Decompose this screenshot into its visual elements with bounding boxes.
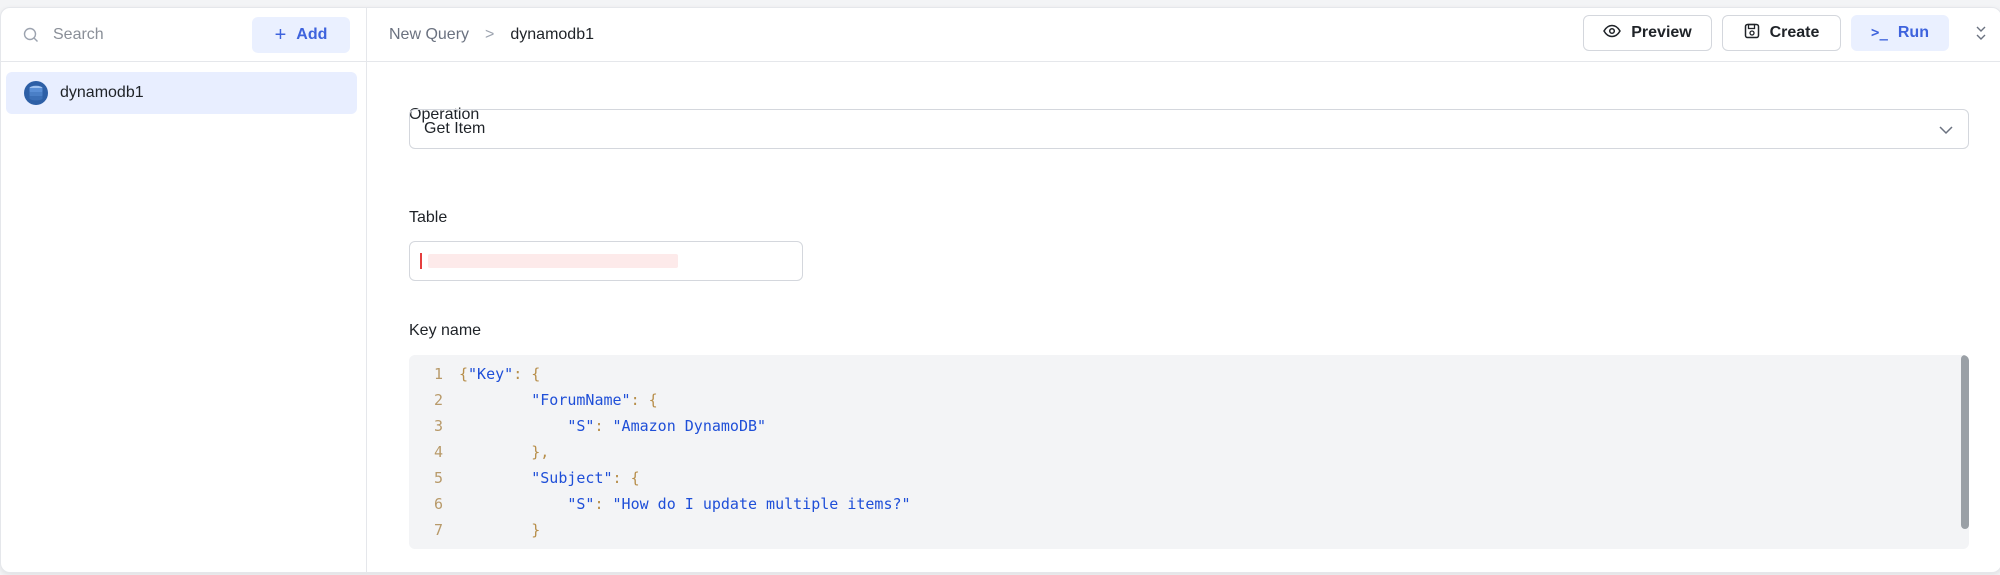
table-input[interactable] xyxy=(409,241,803,281)
table-label: Table xyxy=(409,209,448,226)
run-button-label: Run xyxy=(1897,24,1929,41)
collapse-icon[interactable] xyxy=(1961,15,2000,51)
query-editor-window: + Add dynamodb1 New Query > dynamodb1 xyxy=(0,7,2000,573)
code-line: 4 }, xyxy=(409,439,1949,465)
code-line: 2 "ForumName": { xyxy=(409,387,1949,413)
breadcrumb-separator: > xyxy=(485,25,495,43)
code-text: } xyxy=(459,543,468,549)
sidebar-toolbar: + Add xyxy=(1,8,366,62)
code-text: } xyxy=(531,521,541,539)
search-input[interactable] xyxy=(51,24,252,45)
code-line: 5 "Subject": { xyxy=(409,465,1949,491)
add-datasource-button[interactable]: + Add xyxy=(252,16,350,53)
create-button-label: Create xyxy=(1769,24,1820,41)
text-caret xyxy=(420,253,422,269)
run-button[interactable]: >_ Run xyxy=(1851,15,1949,51)
editor-scrollbar[interactable] xyxy=(1961,355,1969,529)
code-text: "Subject": { xyxy=(459,469,640,487)
line-number: 2 xyxy=(433,391,443,409)
add-button-label: Add xyxy=(296,25,328,43)
breadcrumb-query-name[interactable]: dynamodb1 xyxy=(510,26,594,44)
line-number: 7 xyxy=(433,521,443,539)
line-number: 3 xyxy=(433,417,443,435)
breadcrumb-new-query[interactable]: New Query xyxy=(389,26,469,44)
code-text: "S": "Amazon DynamoDB" xyxy=(459,417,767,435)
code-line: 7 } xyxy=(409,517,1949,543)
plus-icon: + xyxy=(274,23,287,46)
key-name-label: Key name xyxy=(409,322,482,339)
code-line: 1 {"Key": { xyxy=(409,361,1949,387)
create-button[interactable]: Create xyxy=(1722,15,1841,51)
line-number: 1 xyxy=(433,365,443,383)
line-number: 4 xyxy=(433,443,443,461)
search-icon xyxy=(23,27,39,43)
code-text: {"Key": { xyxy=(459,365,541,383)
query-header: New Query > dynamodb1 Preview Create >_ … xyxy=(367,8,2000,62)
save-icon xyxy=(1744,23,1760,44)
code-text: }, xyxy=(531,443,550,461)
operation-select[interactable]: Get Item xyxy=(409,109,1969,149)
line-number: 6 xyxy=(433,495,443,513)
terminal-icon: >_ xyxy=(1871,25,1888,41)
sidebar-item-dynamodb1[interactable]: dynamodb1 xyxy=(6,72,357,114)
line-number: 5 xyxy=(433,469,443,487)
chevron-down-icon xyxy=(1938,122,1954,138)
eye-icon xyxy=(1603,24,1622,43)
database-icon xyxy=(24,81,48,105)
code-line: 3 "S": "Amazon DynamoDB" xyxy=(409,413,1949,439)
code-text: "ForumName": { xyxy=(459,391,658,409)
redacted-table-name xyxy=(428,254,678,268)
preview-button-label: Preview xyxy=(1631,24,1692,41)
preview-button[interactable]: Preview xyxy=(1583,15,1712,51)
code-text: "S": "How do I update multiple items?" xyxy=(459,495,911,513)
code-line: 6 "S": "How do I update multiple items?" xyxy=(409,491,1949,517)
line-number: 8 xyxy=(409,543,443,549)
sidebar: + Add dynamodb1 xyxy=(1,8,367,572)
operation-value: Get Item xyxy=(424,120,486,137)
key-name-code-editor[interactable]: 1 {"Key": {2 "ForumName": {3 "S": "Amazon… xyxy=(409,355,1969,549)
sidebar-item-label: dynamodb1 xyxy=(60,84,144,101)
code-line: 8} xyxy=(409,543,1949,549)
query-toolbar: Preview Create >_ Run xyxy=(1583,15,2000,51)
main-panel: New Query > dynamodb1 Preview Create >_ … xyxy=(367,8,2000,572)
